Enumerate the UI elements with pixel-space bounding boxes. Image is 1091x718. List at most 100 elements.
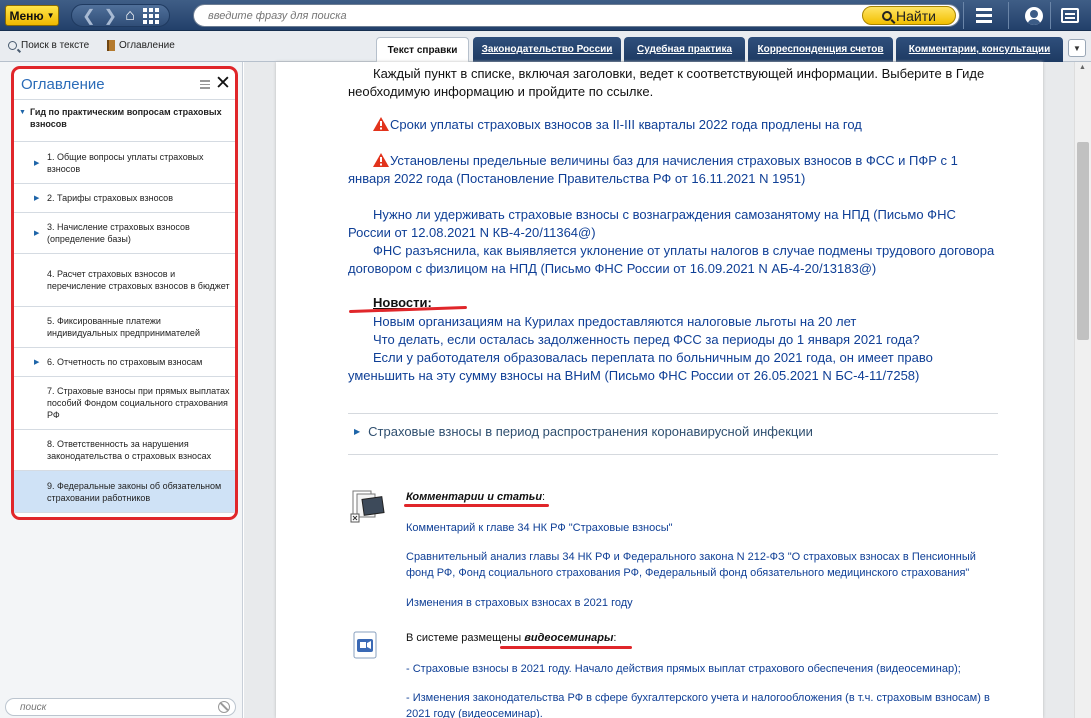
search-in-text-button[interactable]: Поиск в тексте: [8, 40, 89, 51]
search-icon: [882, 10, 893, 21]
toc-item[interactable]: ▶ 2. Тарифы страховых взносов: [14, 184, 235, 213]
scrollbar[interactable]: ▲: [1074, 62, 1091, 718]
chevron-down-icon[interactable]: ▼: [1068, 39, 1086, 57]
search-in-text-label: Поиск в тексте: [21, 40, 90, 51]
toc-item-label: 1. Общие вопросы уплаты страховых взносо…: [47, 151, 204, 174]
tab-text[interactable]: Текст справки: [376, 37, 469, 63]
top-toolbar: Меню▼ ❮ ❯ ⌂ Найти: [0, 0, 1091, 31]
warning-icon: [373, 153, 389, 167]
scroll-thumb[interactable]: [1077, 142, 1089, 340]
alert-link-1[interactable]: Сроки уплаты страховых взносов за II-III…: [348, 116, 998, 134]
red-underline: [404, 504, 549, 507]
alert-link-2[interactable]: Установлены предельные величины баз для …: [348, 152, 998, 188]
expanded-triangle-icon: ▼: [19, 109, 26, 116]
table-of-contents: Оглавление ✕ ▼ Гид по практическим вопро…: [11, 66, 238, 520]
divider: [348, 454, 998, 455]
divider: [1008, 2, 1009, 29]
toc-item-label: 2. Тарифы страховых взносов: [47, 193, 173, 203]
news-link-2[interactable]: Что делать, если осталась задолженность …: [348, 331, 998, 349]
close-icon[interactable]: ✕: [215, 72, 231, 95]
back-icon[interactable]: ❮: [82, 6, 95, 26]
list-view-icon[interactable]: [200, 80, 210, 89]
document-page: Каждый пункт в списке, включая заголовки…: [276, 62, 1043, 718]
chevron-right-icon: ▶: [34, 195, 40, 202]
book-icon: [107, 40, 115, 51]
news-link-3[interactable]: Если у работодателя образовалась перепла…: [348, 349, 998, 385]
alert-link-1-text: Сроки уплаты страховых взносов за II-III…: [390, 117, 862, 132]
clear-icon[interactable]: [218, 701, 230, 713]
search-icon: [8, 41, 17, 50]
toc-item[interactable]: ▶ 6. Отчетность по страховым взносам: [14, 348, 235, 377]
alert-link-2-text: Установлены предельные величины баз для …: [348, 153, 958, 186]
tab-account-correspondence[interactable]: Корреспонденция счетов: [748, 37, 893, 62]
toc-item[interactable]: 7. Страховые взносы при прямых выплатах …: [14, 377, 235, 430]
news-link-1[interactable]: Новым организациям на Курилах предоставл…: [348, 313, 998, 331]
hamburger-menu-icon[interactable]: [972, 3, 996, 28]
toc-title: Оглавление: [21, 75, 105, 93]
message-icon[interactable]: [1055, 3, 1085, 28]
warning-icon: [373, 117, 389, 131]
secondary-toolbar: Поиск в тексте Оглавление Текст справки …: [0, 31, 1091, 63]
divider: [1050, 2, 1051, 29]
menu-button[interactable]: Меню ▼: [5, 5, 59, 26]
covid-expandable-link[interactable]: ▶ Страховые взносы в период распространен…: [354, 424, 813, 439]
tab-comments[interactable]: Комментарии, консультации: [896, 37, 1063, 62]
toc-header: Оглавление ✕: [14, 69, 235, 100]
chevron-right-icon: ▶: [34, 230, 40, 237]
navigation-group: ❮ ❯ ⌂: [71, 4, 170, 27]
scroll-up-icon[interactable]: ▲: [1079, 64, 1086, 71]
toc-item[interactable]: ▶ 1. Общие вопросы уплаты страховых взнос…: [14, 142, 235, 184]
divider: [963, 2, 964, 29]
fns-link[interactable]: ФНС разъяснила, как выявляется уклонение…: [348, 242, 998, 278]
apps-grid-icon[interactable]: [142, 7, 159, 24]
toc-search-input[interactable]: [5, 698, 236, 716]
toc-item-label: 4. Расчет страховых взносов и перечислен…: [47, 269, 230, 291]
search-input[interactable]: [193, 4, 960, 27]
toc-item[interactable]: ▶ 3. Начисление страховых взносов (опреде…: [14, 213, 235, 254]
contents-button[interactable]: Оглавление: [107, 40, 175, 51]
toc-item[interactable]: 8. Ответственность за нарушения законода…: [14, 430, 235, 471]
self-employed-link[interactable]: Нужно ли удерживать страховые взносы с в…: [348, 206, 998, 242]
sidebar: Оглавление ✕ ▼ Гид по практическим вопро…: [0, 62, 243, 718]
divider: [348, 413, 998, 414]
contents-label: Оглавление: [119, 40, 175, 51]
toc-item[interactable]: 4. Расчет страховых взносов и перечислен…: [14, 254, 235, 307]
video-link-2[interactable]: - Изменения законодательства РФ в сфере …: [406, 690, 1006, 718]
intro-text: Каждый пункт в списке, включая заголовки…: [348, 66, 985, 99]
toc-item-label: 6. Отчетность по страховым взносам: [47, 357, 203, 367]
tab-judicial-practice[interactable]: Судебная практика: [624, 37, 745, 62]
find-button[interactable]: Найти: [862, 6, 956, 25]
user-icon[interactable]: [1020, 3, 1048, 28]
toc-item-label: 5. Фиксированные платежи индивидуальных …: [47, 316, 200, 338]
red-underline: [500, 646, 632, 649]
comment-link-1[interactable]: Комментарий к главе 34 НК РФ "Страховые …: [406, 520, 1006, 536]
video-heading-text: видеосеминары: [524, 632, 614, 644]
toc-item-label: 7. Страховые взносы при прямых выплатах …: [47, 386, 230, 420]
toc-item-label: 8. Ответственность за нарушения законода…: [47, 439, 212, 461]
chevron-right-icon: ▶: [34, 359, 40, 366]
documents-icon: [350, 490, 385, 523]
comment-link-2[interactable]: Сравнительный анализ главы 34 НК РФ и Фе…: [406, 549, 1006, 581]
comments-heading-text: Комментарии и статьи: [406, 491, 543, 503]
toc-item-label: 9. Федеральные законы об обязательном ст…: [47, 480, 222, 503]
chevron-right-icon: ▶: [354, 427, 361, 436]
covid-link-text: Страховые взносы в период распространени…: [368, 424, 813, 439]
comment-link-3[interactable]: Изменения в страховых взносах в 2021 год…: [406, 595, 1006, 611]
comments-heading: Комментарии и статьи:: [406, 491, 546, 503]
chevron-down-icon: ▼: [46, 11, 55, 20]
toc-root-item[interactable]: ▼ Гид по практическим вопросам страховых…: [14, 100, 235, 142]
home-icon[interactable]: ⌂: [125, 7, 135, 25]
toc-item[interactable]: 5. Фиксированные платежи индивидуальных …: [14, 307, 235, 348]
red-underline: [348, 305, 468, 314]
chevron-right-icon: ▶: [34, 159, 40, 167]
toc-root-label: Гид по практическим вопросам страховых в…: [29, 107, 222, 129]
toc-item-selected[interactable]: 9. Федеральные законы об обязательном ст…: [14, 471, 235, 513]
toc-item-label: 3. Начисление страховых взносов (определ…: [47, 222, 190, 244]
video-heading: В системе размещены видеосеминары:: [406, 632, 617, 644]
video-seminar-icon: [353, 631, 377, 659]
tab-legislation[interactable]: Законодательство России: [473, 37, 621, 62]
forward-icon[interactable]: ❯: [104, 6, 117, 26]
video-link-1[interactable]: - Страховые взносы в 2021 году. Начало д…: [406, 661, 1006, 677]
find-label: Найти: [896, 7, 936, 24]
menu-label: Меню: [9, 8, 44, 23]
